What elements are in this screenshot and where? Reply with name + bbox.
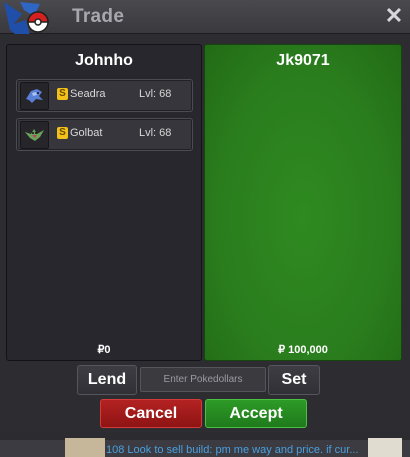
lend-button[interactable]: Lend [77,365,137,395]
my-money-offer: ₽0 [97,344,111,356]
item-name: Seadra [70,88,106,100]
set-button[interactable]: Set [268,365,320,395]
item-level: Lvl: 68 [139,127,172,139]
close-icon[interactable]: ✕ [384,5,404,27]
coin-icon: S [57,127,68,139]
seadra-sprite-icon [20,82,49,110]
golbat-sprite-icon [20,121,49,149]
background-chat-strip: 108 Look to sell build: pm me way and pr… [0,432,410,457]
accept-button[interactable]: Accept [205,399,307,428]
chat-thumbnail [65,438,105,457]
offer-item-golbat[interactable]: S Golbat Lvl: 68 [16,118,193,151]
trade-window: Johnho S Seadra Lvl: 68 S Golbat Lvl: 68… [0,34,410,431]
item-level: Lvl: 68 [139,88,172,100]
chat-message: 108 Look to sell build: pm me way and pr… [106,444,359,456]
partner-player-name: Jk9071 [276,52,330,69]
my-offer-panel: Johnho S Seadra Lvl: 68 S Golbat Lvl: 68… [6,44,202,361]
item-name: Golbat [70,127,103,139]
title-bar[interactable]: Trade ✕ [0,0,410,38]
coin-icon: S [57,88,68,100]
partner-money-offer: ₽ 100,000 [278,344,328,356]
offer-item-seadra[interactable]: S Seadra Lvl: 68 [16,79,193,112]
window-title: Trade [72,6,125,27]
chat-divider [0,432,410,440]
my-player-name: Johnho [75,52,133,69]
pokedollar-input[interactable] [140,367,266,392]
partner-offer-panel: Jk9071 ₽ 100,000 [204,44,402,361]
chat-thumbnail [368,438,402,457]
cancel-button[interactable]: Cancel [100,399,202,428]
